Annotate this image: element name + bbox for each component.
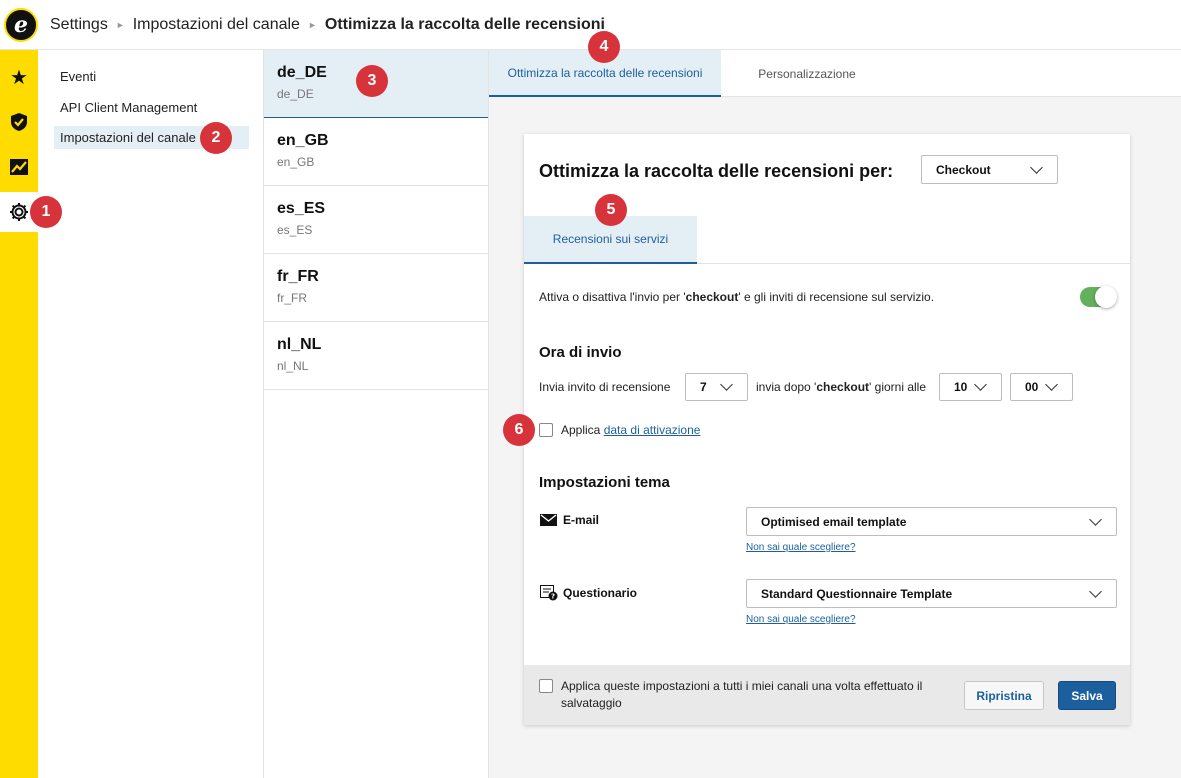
chevron-down-icon: [1089, 584, 1102, 598]
questionnaire-help-link[interactable]: Non sai quale scegliere?: [746, 614, 856, 625]
questionnaire-template-value: Standard Questionnaire Template: [761, 586, 953, 601]
card-title: Ottimizza la raccolta delle recensioni p…: [539, 161, 894, 181]
toggle-knob: [1095, 286, 1117, 308]
locale-item-en-gb[interactable]: en_GB en_GB: [264, 118, 488, 186]
chevron-down-icon: [1030, 160, 1043, 174]
activation-date-label: Applica data di attivazione: [561, 423, 700, 437]
days-select[interactable]: 7: [685, 373, 748, 401]
breadcrumb-settings[interactable]: Settings: [50, 16, 108, 34]
minute-select-value: 00: [1025, 380, 1039, 394]
hour-select[interactable]: 10: [939, 373, 1002, 401]
email-template-select[interactable]: Optimised email template: [746, 507, 1117, 536]
locale-item-es-es[interactable]: es_ES es_ES: [264, 186, 488, 254]
icon-rail: ★: [0, 50, 38, 778]
email-template-value: Optimised email template: [761, 514, 907, 529]
activation-date-link[interactable]: data di attivazione: [604, 423, 701, 437]
chevron-down-icon: [1089, 512, 1102, 526]
chevron-down-icon: [1045, 378, 1058, 391]
locale-list: de_DE de_DE en_GB en_GB es_ES es_ES fr_F…: [264, 50, 489, 778]
breadcrumb-channel-settings[interactable]: Impostazioni del canale: [133, 16, 300, 34]
envelope-icon: [540, 514, 557, 526]
send-mid-label: invia dopo 'checkout' giorni alle: [756, 380, 926, 394]
locale-code: nl_NL: [277, 336, 322, 353]
annotation-badge-3: 3: [356, 65, 388, 97]
nav-item-api-client-management[interactable]: API Client Management: [54, 96, 249, 119]
settings-nav: Eventi API Client Management Impostazion…: [38, 50, 264, 778]
toggle-description: Attiva o disattiva l'invio per 'checkout…: [539, 290, 934, 304]
hour-select-value: 10: [954, 380, 968, 394]
questionnaire-template-select[interactable]: Standard Questionnaire Template: [746, 579, 1117, 608]
apply-all-channels-label: Applica queste impostazioni a tutti i mi…: [561, 678, 922, 712]
apply-all-channels-checkbox[interactable]: [539, 679, 553, 693]
annotation-badge-1: 1: [30, 196, 62, 228]
apply-all-line-2: salvataggio: [561, 696, 622, 710]
theme-settings-heading: Impostazioni tema: [539, 474, 670, 491]
email-help-link[interactable]: Non sai quale scegliere?: [746, 542, 856, 553]
toggle-text-post: ' e gli inviti di recensione sul servizi…: [738, 290, 935, 304]
card-footer: Applica queste impostazioni a tutti i mi…: [524, 665, 1130, 725]
annotation-badge-4: 4: [588, 31, 620, 63]
page-title: Ottimizza la raccolta delle recensioni: [324, 15, 605, 33]
questionnaire-icon: ?: [540, 585, 558, 601]
logo-letter: e: [14, 11, 28, 38]
locale-sub: es_ES: [277, 223, 313, 237]
annotation-badge-2: 2: [200, 122, 232, 154]
email-label: E-mail: [563, 513, 600, 527]
save-button[interactable]: Salva: [1058, 681, 1116, 710]
main-panel: Ottimizza la raccolta delle recensioni P…: [489, 50, 1181, 778]
questionnaire-label: Questionario: [563, 586, 638, 600]
minute-select[interactable]: 00: [1010, 373, 1073, 401]
chevron-down-icon: [720, 378, 733, 391]
activation-date-checkbox[interactable]: [539, 423, 553, 437]
send-label: Invia invito di recensione: [539, 380, 671, 394]
email-label-row: E-mail: [540, 513, 599, 527]
locale-sub: nl_NL: [277, 359, 309, 373]
send-mid-pre: invia dopo ': [756, 380, 817, 394]
send-time-heading: Ora di invio: [539, 344, 622, 361]
annotation-badge-6: 6: [503, 414, 535, 446]
nav-item-eventi[interactable]: Eventi: [54, 65, 249, 88]
tab-customization[interactable]: Personalizzazione: [721, 50, 893, 97]
locale-sub: en_GB: [277, 155, 315, 169]
star-icon[interactable]: ★: [0, 57, 38, 97]
svg-text:?: ?: [551, 593, 555, 601]
locale-code: es_ES: [277, 200, 326, 217]
locale-sub: fr_FR: [277, 291, 307, 305]
chart-icon[interactable]: [0, 147, 38, 187]
send-mid-bold: checkout: [816, 380, 870, 394]
chevron-right-icon: ►: [115, 19, 125, 30]
trigger-select-value: Checkout: [936, 162, 991, 177]
chevron-down-icon: [974, 378, 987, 391]
toggle-text-bold: checkout: [685, 290, 739, 304]
logo[interactable]: e: [4, 7, 38, 42]
questionnaire-label-row: ? Questionario: [540, 585, 637, 601]
annotation-badge-5: 5: [595, 194, 627, 226]
trigger-select[interactable]: Checkout: [921, 155, 1058, 184]
send-mid-post: ' giorni alle: [869, 380, 927, 394]
locale-code: en_GB: [277, 132, 329, 149]
days-select-value: 7: [700, 380, 707, 394]
locale-item-fr-fr[interactable]: fr_FR fr_FR: [264, 254, 488, 322]
apply-pre: Applica: [561, 423, 601, 437]
reset-button[interactable]: Ripristina: [964, 681, 1044, 710]
breadcrumb: Settings ► Impostazioni del canale ► Ott…: [50, 16, 605, 34]
shield-check-icon[interactable]: [0, 102, 38, 142]
apply-all-line-1: Applica queste impostazioni a tutti i mi…: [561, 679, 923, 693]
locale-code: fr_FR: [277, 268, 319, 285]
chevron-right-icon: ►: [307, 19, 317, 30]
locale-item-nl-nl[interactable]: nl_NL nl_NL: [264, 322, 488, 390]
service-invites-toggle[interactable]: [1080, 286, 1117, 308]
toggle-text-pre: Attiva o disattiva l'invio per ': [539, 290, 686, 304]
